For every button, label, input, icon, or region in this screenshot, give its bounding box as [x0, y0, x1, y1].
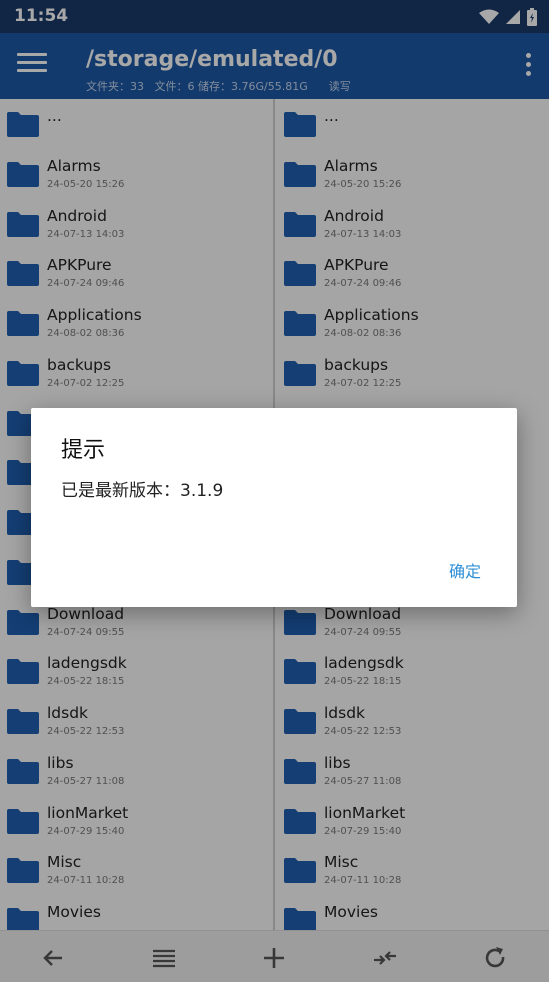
dialog-message: 已是最新版本：3.1.9	[61, 481, 224, 501]
dialog-title: 提示	[61, 438, 106, 463]
info-dialog: 提示 已是最新版本：3.1.9 确定	[31, 408, 517, 607]
confirm-button[interactable]: 确定	[449, 558, 481, 582]
